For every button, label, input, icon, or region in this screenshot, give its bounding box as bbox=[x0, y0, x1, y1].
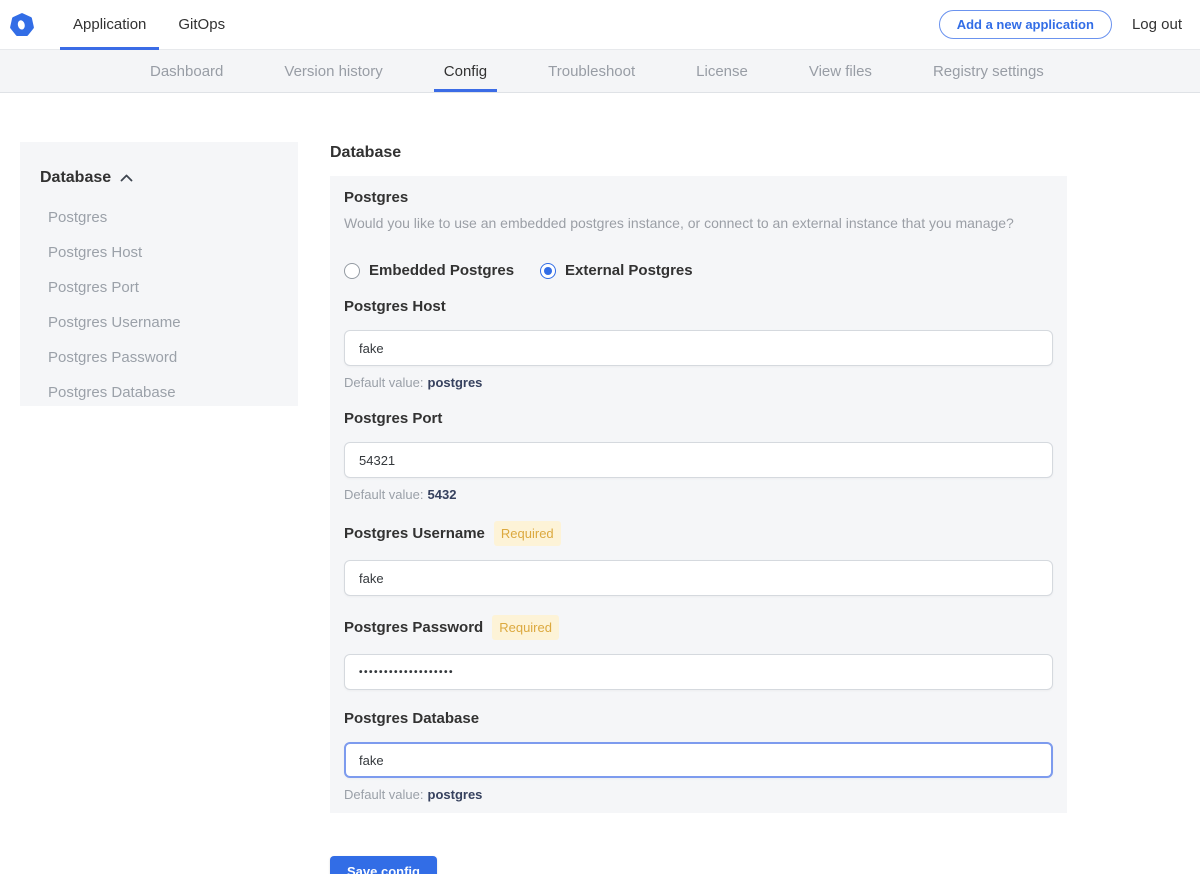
postgres-password-label-text: Postgres Password bbox=[344, 618, 483, 637]
page-content: Database Postgres Postgres Host Postgres… bbox=[0, 93, 1200, 874]
subnav-tab-dashboard[interactable]: Dashboard bbox=[140, 50, 233, 92]
postgres-choice-label: Postgres bbox=[344, 188, 1053, 207]
postgres-password-label: Postgres Password Required bbox=[344, 615, 1053, 640]
postgres-password-input[interactable] bbox=[344, 654, 1053, 690]
field-postgres-port: Postgres Port Default value: 5432 bbox=[344, 409, 1053, 503]
sidebar-item-postgres-database[interactable]: Postgres Database bbox=[40, 385, 278, 400]
radio-embedded-label: Embedded Postgres bbox=[369, 262, 514, 279]
sidebar-item-postgres-port[interactable]: Postgres Port bbox=[40, 280, 278, 295]
postgres-choice-help: Would you like to use an embedded postgr… bbox=[344, 213, 1053, 233]
config-group-card: Postgres Would you like to use an embedd… bbox=[330, 176, 1067, 813]
radio-checked-icon[interactable] bbox=[540, 263, 556, 279]
sidebar-item-postgres-username[interactable]: Postgres Username bbox=[40, 315, 278, 330]
field-postgres-username: Postgres Username Required bbox=[344, 521, 1053, 596]
subnav-tab-view-files[interactable]: View files bbox=[799, 50, 882, 92]
subnav-tab-troubleshoot[interactable]: Troubleshoot bbox=[538, 50, 645, 92]
field-postgres-password: Postgres Password Required bbox=[344, 615, 1053, 690]
app-logo[interactable] bbox=[10, 0, 34, 49]
radio-external-postgres[interactable]: External Postgres bbox=[540, 262, 693, 279]
logout-link[interactable]: Log out bbox=[1132, 16, 1182, 33]
postgres-database-default: Default value: postgres bbox=[344, 787, 1053, 803]
config-sidebar: Database Postgres Postgres Host Postgres… bbox=[20, 142, 298, 406]
postgres-database-input[interactable] bbox=[344, 742, 1053, 778]
postgres-host-label: Postgres Host bbox=[344, 297, 1053, 316]
radio-external-label: External Postgres bbox=[565, 262, 693, 279]
radio-embedded-postgres[interactable]: Embedded Postgres bbox=[344, 262, 514, 279]
postgres-username-label: Postgres Username Required bbox=[344, 521, 1053, 546]
postgres-host-input[interactable] bbox=[344, 330, 1053, 366]
required-badge: Required bbox=[492, 615, 559, 640]
subnav-tab-config[interactable]: Config bbox=[434, 50, 497, 92]
postgres-host-default: Default value: postgres bbox=[344, 375, 1053, 391]
section-title: Database bbox=[330, 144, 1067, 162]
postgres-port-label: Postgres Port bbox=[344, 409, 1053, 428]
postgres-username-input[interactable] bbox=[344, 560, 1053, 596]
postgres-port-input[interactable] bbox=[344, 442, 1053, 478]
postgres-choice-item: Postgres Would you like to use an embedd… bbox=[344, 188, 1053, 279]
top-nav: Application GitOps Add a new application… bbox=[0, 0, 1200, 50]
tab-application[interactable]: Application bbox=[60, 0, 159, 49]
config-main: Database Postgres Would you like to use … bbox=[330, 93, 1067, 874]
required-badge: Required bbox=[494, 521, 561, 546]
chevron-up-icon bbox=[120, 174, 133, 182]
postgres-radio-group: Embedded Postgres External Postgres bbox=[344, 262, 1053, 279]
postgres-port-default: Default value: 5432 bbox=[344, 487, 1053, 503]
sidebar-item-postgres[interactable]: Postgres bbox=[40, 210, 278, 225]
default-value: 5432 bbox=[428, 487, 457, 502]
sidebar-item-postgres-host[interactable]: Postgres Host bbox=[40, 245, 278, 260]
sidebar-group-label: Database bbox=[40, 169, 111, 187]
default-prefix: Default value: bbox=[344, 487, 424, 502]
kots-logo-icon bbox=[10, 13, 34, 37]
sidebar-item-postgres-password[interactable]: Postgres Password bbox=[40, 350, 278, 365]
default-value: postgres bbox=[428, 375, 483, 390]
default-prefix: Default value: bbox=[344, 375, 424, 390]
add-application-button[interactable]: Add a new application bbox=[939, 10, 1112, 39]
header-actions: Add a new application Log out bbox=[939, 0, 1200, 49]
default-prefix: Default value: bbox=[344, 787, 424, 802]
radio-unchecked-icon[interactable] bbox=[344, 263, 360, 279]
field-postgres-database: Postgres Database Default value: postgres bbox=[344, 709, 1053, 803]
default-value: postgres bbox=[428, 787, 483, 802]
subnav-tab-license[interactable]: License bbox=[686, 50, 758, 92]
save-config-button[interactable]: Save config bbox=[330, 856, 437, 874]
postgres-database-label: Postgres Database bbox=[344, 709, 1053, 728]
sidebar-group-database[interactable]: Database bbox=[40, 169, 278, 187]
subnav-tab-version-history[interactable]: Version history bbox=[274, 50, 392, 92]
app-subnav: Dashboard Version history Config Trouble… bbox=[0, 50, 1200, 93]
field-postgres-host: Postgres Host Default value: postgres bbox=[344, 297, 1053, 391]
subnav-tab-registry-settings[interactable]: Registry settings bbox=[923, 50, 1054, 92]
tab-gitops[interactable]: GitOps bbox=[165, 0, 238, 49]
postgres-username-label-text: Postgres Username bbox=[344, 524, 485, 543]
sidebar-item-list: Postgres Postgres Host Postgres Port Pos… bbox=[40, 210, 278, 400]
